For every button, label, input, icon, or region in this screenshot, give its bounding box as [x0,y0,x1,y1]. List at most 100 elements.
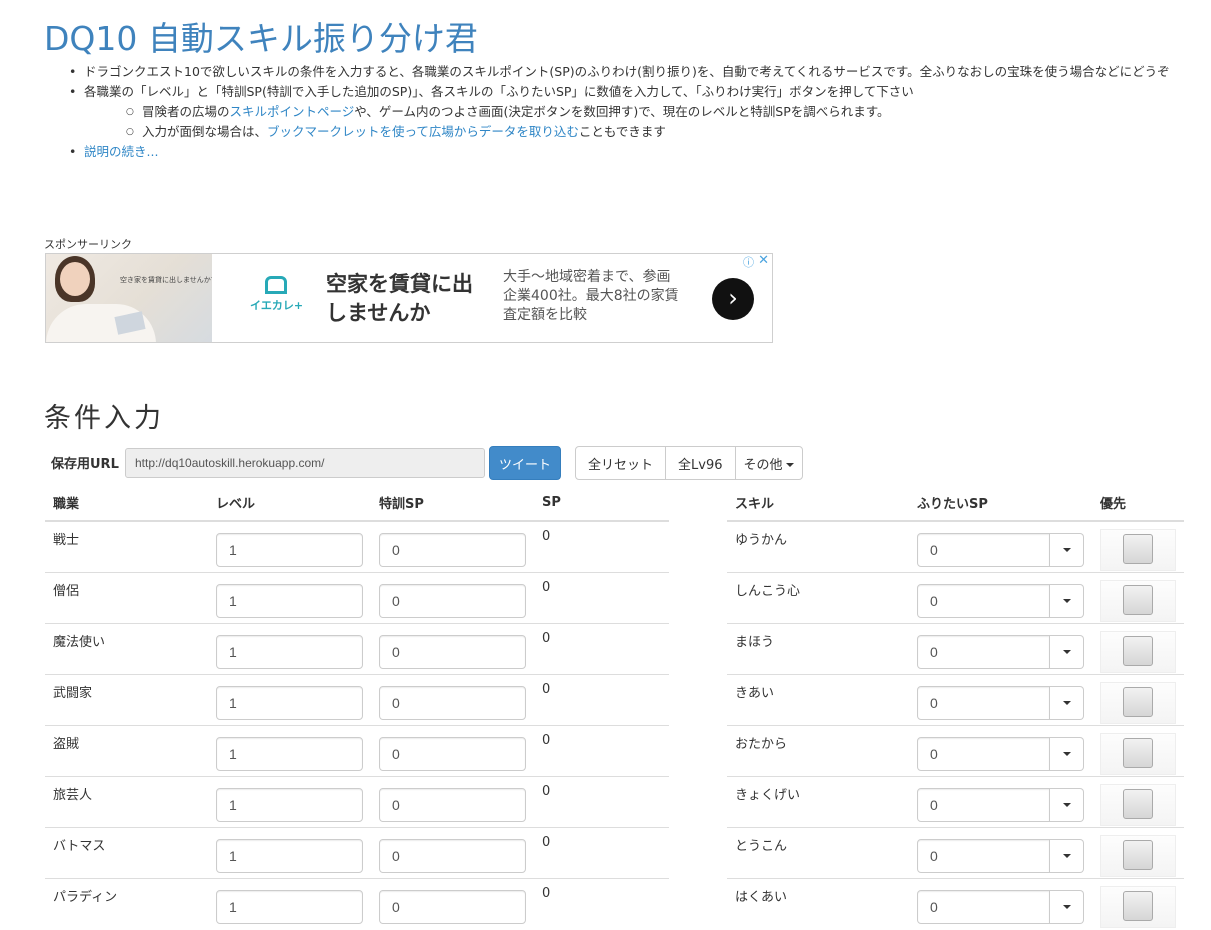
training-sp-input[interactable] [379,533,526,567]
priority-cell [1092,674,1184,726]
desired-sp-combobox [917,838,1084,873]
job-row: 僧侶 0 [45,572,669,624]
job-name: パラディン [53,889,118,905]
action-button-group: 全リセット 全Lv96 その他 [575,446,803,480]
skill-row: はくあい [727,878,1184,929]
read-more-link[interactable]: 説明の続き... [84,144,158,159]
column-header-skill: スキル [727,485,909,522]
level-input[interactable] [216,583,363,618]
caret-down-icon [785,463,794,467]
ad-info-icon[interactable]: ⓘ [743,254,754,270]
priority-toggle-track [1100,529,1176,571]
level-input[interactable] [216,685,363,720]
sp-value: 0 [534,827,669,879]
level-input[interactable] [216,787,363,822]
column-header-training-sp: 特訓SP [371,485,534,522]
desired-sp-combobox [917,533,1084,567]
column-header-job: 職業 [45,485,208,522]
save-url-input[interactable] [125,448,485,478]
description-subitem-bookmarklet: 入力が面倒な場合は、ブックマークレットを使って広場からデータを取り込むこともでき… [124,122,1184,142]
desired-sp-dropdown-button[interactable] [1050,634,1084,669]
job-row: 魔法使い 0 [45,623,669,675]
skill-name: きょくげい [727,776,909,828]
desired-sp-dropdown-button[interactable] [1050,685,1084,720]
desired-sp-dropdown-button[interactable] [1050,889,1084,924]
desired-sp-cell [909,674,1092,726]
priority-cell [1092,623,1184,675]
ad-photo: 空き家を賃貸に出しませんか? [46,254,212,342]
desired-sp-input[interactable] [917,533,1050,567]
priority-toggle[interactable] [1123,737,1153,768]
skill-name: まほう [727,623,909,675]
skill-name: きあい [727,674,909,726]
reset-all-button[interactable]: 全リセット [575,446,667,480]
level-cell [208,827,371,879]
desired-sp-dropdown-button[interactable] [1050,583,1084,618]
priority-toggle[interactable] [1123,635,1153,666]
level-input[interactable] [216,838,363,873]
level-cell [208,878,371,929]
skill-point-page-link[interactable]: スキルポイントページ [230,104,355,119]
subitem-text: 入力が面倒な場合は、 [142,124,268,139]
ad-arrow-button[interactable]: › [712,278,754,320]
desired-sp-input[interactable] [917,583,1050,618]
priority-toggle-track [1100,834,1176,877]
subitem-text: 冒険者の広場の [142,104,230,119]
training-sp-cell [371,572,534,624]
sp-value: 0 [534,623,669,675]
level-cell [208,521,371,573]
job-name: 武闘家 [45,674,208,726]
level-input[interactable] [216,634,363,669]
desired-sp-input[interactable] [917,685,1050,720]
page-title: DQ10 自動スキル振り分け君 [44,19,478,58]
training-sp-input[interactable] [379,634,526,669]
priority-toggle[interactable] [1123,686,1153,717]
priority-toggle-track [1100,783,1176,826]
training-sp-cell [371,521,534,573]
desired-sp-input[interactable] [917,838,1050,873]
training-sp-input[interactable] [379,583,526,618]
skill-name: しんこう心 [727,572,909,624]
ad-banner[interactable]: 空き家を賃貸に出しませんか? イエカレ+ 空家を賃貸に出しませんか 大手〜地域密… [45,253,773,343]
priority-toggle[interactable] [1123,534,1153,564]
training-sp-input[interactable] [379,685,526,720]
desired-sp-dropdown-button[interactable] [1050,787,1084,822]
level-input[interactable] [216,736,363,771]
priority-toggle-track [1100,732,1176,775]
priority-toggle[interactable] [1123,839,1153,870]
job-row: バトマス 0 [45,827,669,879]
tweet-button[interactable]: ツイート [489,446,561,480]
desired-sp-combobox [917,736,1084,771]
ad-logo-text: イエカレ+ [250,299,304,312]
level-input[interactable] [216,533,363,567]
all-lv96-button[interactable]: 全Lv96 [665,446,736,480]
description-item-intro: ドラゴンクエスト10で欲しいスキルの条件を入力すると、各職業のスキルポイント(S… [66,62,1184,82]
level-cell [208,623,371,675]
bookmarklet-link[interactable]: ブックマークレットを使って広場からデータを取り込む [267,124,579,139]
desired-sp-cell [909,776,1092,828]
priority-toggle[interactable] [1123,788,1153,819]
other-dropdown-button[interactable]: その他 [734,446,803,480]
ad-body-text: 大手〜地域密着まで、参画企業400社。最大8社の家賃査定額を比較 [503,269,679,323]
training-sp-cell [371,827,534,879]
ad-close-icon[interactable]: ✕ [758,254,769,268]
training-sp-input[interactable] [379,838,526,873]
training-sp-input[interactable] [379,736,526,771]
desired-sp-input[interactable] [917,787,1050,822]
level-input[interactable] [216,889,363,924]
training-sp-input[interactable] [379,889,526,924]
desired-sp-dropdown-button[interactable] [1050,838,1084,873]
desired-sp-dropdown-button[interactable] [1050,533,1084,567]
desired-sp-input[interactable] [917,736,1050,771]
training-sp-cell [371,674,534,726]
priority-toggle[interactable] [1123,890,1153,921]
training-sp-input[interactable] [379,787,526,822]
caret-down-icon [1062,700,1071,705]
desired-sp-dropdown-button[interactable] [1050,736,1084,771]
desired-sp-input[interactable] [917,889,1050,924]
priority-toggle[interactable] [1123,584,1153,615]
skill-row: まほう [727,623,1184,675]
ad-photo-text: 空き家を賃貸に出しませんか? [120,276,212,284]
desired-sp-input[interactable] [917,634,1050,669]
sp-value: 0 [534,725,669,777]
